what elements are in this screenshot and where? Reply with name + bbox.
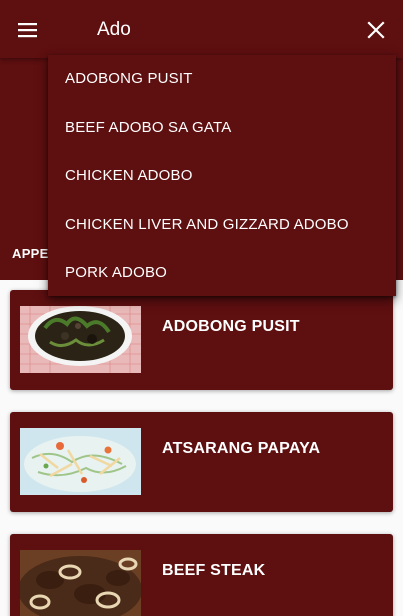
recipe-thumbnail-beef-steak — [20, 550, 141, 616]
recipe-title: BEEF STEAK — [162, 562, 266, 579]
search-input[interactable] — [97, 17, 347, 43]
recipe-card-adobong-pusit[interactable]: ADOBONG PUSIT — [10, 290, 393, 390]
suggestion-item[interactable]: PORK ADOBO — [48, 249, 396, 298]
suggestion-item[interactable]: CHICKEN LIVER AND GIZZARD ADOBO — [48, 201, 396, 250]
close-icon[interactable] — [364, 18, 388, 42]
tab-appetizer[interactable]: APPETIZER — [12, 246, 48, 261]
suggestion-item[interactable]: BEEF ADOBO SA GATA — [48, 104, 396, 153]
app-screen: APPETIZER ADOBONG — [0, 0, 403, 616]
suggestion-item[interactable]: ADOBONG PUSIT — [48, 55, 396, 104]
hamburger-menu-icon[interactable] — [16, 18, 40, 42]
search-suggestions-dropdown: ADOBONG PUSIT BEEF ADOBO SA GATA CHICKEN… — [48, 55, 396, 296]
recipe-card-atsarang-papaya[interactable]: ATSARANG PAPAYA — [10, 412, 393, 512]
suggestion-item[interactable]: CHICKEN ADOBO — [48, 152, 396, 201]
recipe-thumbnail-atsarang-papaya — [20, 428, 141, 495]
recipe-thumbnail-adobong-pusit — [20, 306, 141, 373]
recipe-card-beef-steak[interactable]: BEEF STEAK — [10, 534, 393, 616]
recipe-title: ATSARANG PAPAYA — [162, 440, 321, 457]
search-toolbar — [0, 0, 403, 58]
recipe-title: ADOBONG PUSIT — [162, 318, 300, 335]
